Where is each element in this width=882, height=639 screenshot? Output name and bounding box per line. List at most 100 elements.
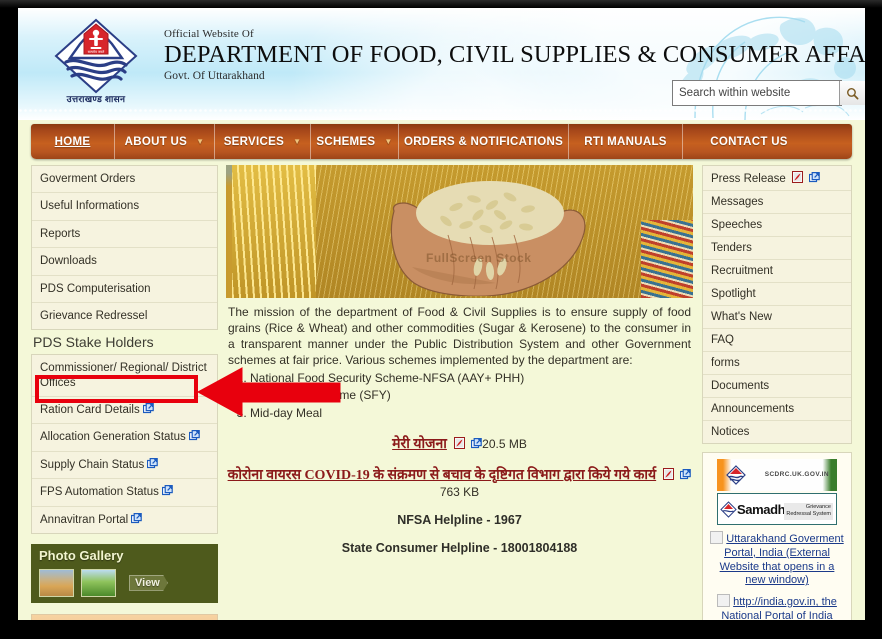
pds-stakeholders-heading: PDS Stake Holders bbox=[31, 330, 218, 355]
right-sidebar-item-tenders[interactable]: Tenders bbox=[703, 237, 851, 260]
nav-item-schemes[interactable]: SCHEMES ▼ bbox=[311, 124, 399, 159]
sidebar-item-commissioner-regional-district-offices[interactable]: Commissioner/ Regional/ District Offices bbox=[32, 355, 217, 397]
scdrc-banner[interactable]: SCDRC.UK.GOV.IN bbox=[717, 459, 837, 491]
search-button[interactable] bbox=[839, 81, 865, 105]
external-window-icon bbox=[142, 403, 154, 414]
right-sidebar-item-messages[interactable]: Messages bbox=[703, 191, 851, 214]
left-menu-group-two: Commissioner/ Regional/ District Offices… bbox=[31, 354, 218, 534]
nav-item-contact-us[interactable]: CONTACT US bbox=[683, 124, 815, 159]
hero-banner-image: FullScreen Stock bbox=[226, 165, 693, 298]
site-logo[interactable]: सत्यमेव जयते उत्तराखण्ड शासन bbox=[36, 16, 156, 116]
left-sidebar: Goverment Orders Useful Informations Repor… bbox=[31, 165, 218, 620]
nav-item-label: RTI MANUALS bbox=[584, 135, 667, 148]
sidebar-item-annavitran-portal[interactable]: Annavitran Portal bbox=[32, 506, 217, 533]
portal-link[interactable]: http://india.gov.in, the National Portal… bbox=[709, 594, 845, 620]
gallery-view-button[interactable]: View bbox=[129, 574, 168, 591]
site-header: सत्यमेव जयते उत्तराखण्ड शासन Official We… bbox=[18, 8, 865, 120]
external-window-icon bbox=[161, 485, 173, 496]
document-file-size: 20.5 MB bbox=[482, 436, 527, 451]
banner-fabric-detail bbox=[641, 220, 693, 298]
right-sidebar-item-label: Notices bbox=[711, 426, 750, 438]
sidebar-item-reports[interactable]: Reports bbox=[32, 220, 217, 249]
scdrc-url-text: SCDRC.UK.GOV.IN bbox=[764, 471, 829, 478]
webpage-viewport: सत्यमेव जयते उत्तराखण्ड शासन Official We… bbox=[18, 8, 865, 620]
scheme-list-item: Mid-day Meal bbox=[250, 405, 693, 422]
svg-text:सत्यमेव जयते: सत्यमेव जयते bbox=[88, 49, 105, 54]
official-website-label: Official Website Of bbox=[164, 28, 254, 40]
right-sidebar-item-label: Announcements bbox=[711, 403, 795, 415]
browser-frame: सत्यमेव जयते उत्तराखण्ड शासन Official We… bbox=[0, 0, 882, 639]
page-title: DEPARTMENT OF FOOD, CIVIL SUPPLIES & CON… bbox=[164, 41, 865, 68]
menu-item-label: Reports bbox=[40, 227, 81, 240]
gallery-thumb-crops[interactable] bbox=[81, 568, 116, 597]
portal-link-label: http://india.gov.in, the National Portal… bbox=[721, 596, 837, 620]
search-box bbox=[672, 80, 865, 106]
nav-item-label: SCHEMES bbox=[316, 135, 376, 148]
menu-item-label: Annavitran Portal bbox=[40, 513, 129, 526]
nav-item-rti-manuals[interactable]: RTI MANUALS bbox=[569, 124, 683, 159]
photo-gallery-thumbs: View bbox=[39, 568, 168, 597]
left-menu-group-one: Goverment Orders Useful Informations Repor… bbox=[31, 165, 218, 331]
samadhan-subtitle: Grievance Redressal System bbox=[784, 503, 833, 520]
portal-link[interactable]: Uttarakhand Goverment Portal, India (Ext… bbox=[709, 531, 845, 588]
sidebar-item-grievance-redressel[interactable]: Grievance Redressel bbox=[32, 302, 217, 330]
banner-watermark: FullScreen Stock bbox=[426, 251, 532, 265]
samadhan-sub-line1: Grievance bbox=[805, 504, 831, 510]
external-window-icon bbox=[471, 437, 482, 449]
gallery-thumb-field[interactable] bbox=[39, 568, 74, 597]
right-sidebar-item-documents[interactable]: Documents bbox=[703, 375, 851, 398]
sidebar-item-fps-automation-status[interactable]: FPS Automation Status bbox=[32, 479, 217, 507]
scheme-list: National Food Security Scheme-NFSA (AAY+… bbox=[226, 370, 693, 422]
external-window-icon bbox=[147, 457, 159, 468]
document-link[interactable]: कोरोना वायरस COVID-19 के संक्रमण से बचाव… bbox=[228, 468, 657, 483]
right-menu-list: Press Release Messages Speeches Tenders Rec… bbox=[702, 165, 852, 444]
sidebar-item-goverment-orders[interactable]: Goverment Orders bbox=[32, 166, 217, 194]
right-sidebar-item-press-release[interactable]: Press Release bbox=[703, 166, 851, 191]
external-window-icon bbox=[131, 512, 143, 523]
external-links-panel: External Links Department of Food & Publ… bbox=[31, 613, 218, 620]
right-sidebar-item-speeches[interactable]: Speeches bbox=[703, 214, 851, 237]
sidebar-item-downloads[interactable]: Downloads bbox=[32, 248, 217, 276]
nav-item-about-us[interactable]: ABOUT US ▼ bbox=[115, 124, 215, 159]
menu-item-label: Downloads bbox=[40, 255, 97, 268]
samadhan-banner[interactable]: Samadhan Grievance Redressal System bbox=[717, 493, 837, 525]
sidebar-item-useful-informations[interactable]: Useful Informations bbox=[32, 193, 217, 221]
sidebar-item-pds-computerisation[interactable]: PDS Computerisation bbox=[32, 275, 217, 303]
photo-gallery-panel: Photo Gallery View bbox=[31, 543, 218, 603]
nav-item-services[interactable]: SERVICES ▼ bbox=[215, 124, 311, 159]
document-link[interactable]: मेरी योजना bbox=[392, 437, 447, 452]
content-columns: Goverment Orders Useful Informations Repor… bbox=[31, 165, 852, 620]
right-sidebar-item-announcements[interactable]: Announcements bbox=[703, 398, 851, 421]
external-window-icon bbox=[809, 172, 821, 183]
samadhan-sub-line2: Redressal System bbox=[786, 511, 831, 518]
right-sidebar-item-label: Speeches bbox=[711, 219, 763, 231]
sidebar-item-ration-card-details[interactable]: Ration Card Details bbox=[32, 397, 217, 425]
nav-item-home[interactable]: HOME bbox=[31, 124, 115, 159]
right-sidebar-item-label: Tenders bbox=[711, 242, 752, 254]
nav-item-orders-notifications[interactable]: ORDERS & NOTIFICATIONS bbox=[399, 124, 569, 159]
right-sidebar-item-what-s-new[interactable]: What's New bbox=[703, 306, 851, 329]
nav-item-label: ABOUT US bbox=[124, 135, 188, 148]
right-sidebar-item-spotlight[interactable]: Spotlight bbox=[703, 283, 851, 306]
right-sidebar-item-label: Press Release bbox=[711, 173, 786, 185]
document-links: मेरी योजना 20.5 MB कोरोना वायरस COVID-19 … bbox=[226, 434, 693, 499]
right-sidebar-item-recruitment[interactable]: Recruitment bbox=[703, 260, 851, 283]
document-link-row: मेरी योजना 20.5 MB bbox=[226, 434, 693, 453]
samadhan-emblem-icon bbox=[720, 501, 737, 518]
scheme-list-item: National Food Security Scheme-NFSA (AAY+… bbox=[250, 370, 693, 387]
menu-item-label: FPS Automation Status bbox=[40, 486, 159, 499]
mission-statement: The mission of the department of Food & … bbox=[228, 305, 691, 367]
menu-item-label: PDS Computerisation bbox=[40, 282, 151, 295]
sidebar-item-allocation-generation-status[interactable]: Allocation Generation Status bbox=[32, 424, 217, 452]
right-sidebar-item-notices[interactable]: Notices bbox=[703, 421, 851, 443]
search-input[interactable] bbox=[673, 81, 839, 105]
menu-item-label: Allocation Generation Status bbox=[40, 431, 186, 444]
sidebar-item-supply-chain-status[interactable]: Supply Chain Status bbox=[32, 451, 217, 480]
right-sidebar-item-label: Recruitment bbox=[711, 265, 773, 277]
right-sidebar-item-faq[interactable]: FAQ bbox=[703, 329, 851, 352]
right-sidebar-item-forms[interactable]: forms bbox=[703, 352, 851, 375]
search-icon bbox=[847, 87, 859, 99]
photo-gallery-title: Photo Gallery bbox=[39, 547, 124, 563]
menu-item-label: Grievance Redressel bbox=[40, 309, 148, 322]
menu-item-label: Useful Informations bbox=[40, 200, 140, 213]
